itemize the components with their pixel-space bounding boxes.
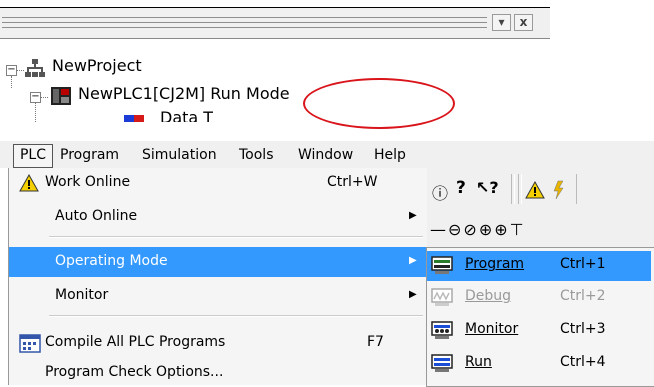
menu-item-operating-mode[interactable]: Operating Mode ▶ [9,247,427,277]
grip-line [2,22,487,23]
submenu-monitor-shortcut: Ctrl+3 [560,321,606,337]
menu-program[interactable]: Program [57,145,122,165]
submenu-item-debug[interactable]: Debug Ctrl+2 [427,283,651,313]
help-icon[interactable]: ? [456,178,466,198]
monitor-mode-icon [431,321,453,339]
info-icon[interactable]: ⓘ [432,180,448,204]
menu-item-compile-all[interactable]: Compile All PLC Programs F7 [9,328,427,358]
tree-item-project[interactable]: NewProject [52,56,142,75]
data-trace-icon [124,115,144,122]
run-mode-icon [431,354,453,372]
monitor-label: Monitor [55,287,109,303]
warning-icon [19,174,39,192]
submenu-program-label: Program [465,256,525,272]
compile-calendar-icon [19,334,41,353]
toolbar: ⓘ ? ↖? —⊖⊘⊕⊕⊤ [426,168,654,248]
program-mode-icon [431,256,453,274]
ladder-tools-strip[interactable]: —⊖⊘⊕⊕⊤ [430,220,526,239]
menu-tools[interactable]: Tools [236,145,277,165]
tree-item-data-trace[interactable]: Data T [160,108,213,122]
operating-mode-submenu: Program Ctrl+1 Debug Ctrl+2 Monitor Ctrl… [426,247,654,387]
context-help-icon[interactable]: ↖? [476,178,499,197]
tree-connector [11,76,12,88]
tree-connector [40,97,48,98]
close-button[interactable]: x [514,14,533,31]
menu-window[interactable]: Window [295,145,356,165]
tree-connector [35,103,36,122]
toolbar-separator [576,174,579,204]
compile-all-label: Compile All PLC Programs [45,334,226,350]
online-monitor-icon[interactable] [550,180,570,200]
menu-separator [49,236,423,238]
operating-mode-label: Operating Mode [55,253,168,269]
submenu-run-shortcut: Ctrl+4 [560,354,606,370]
grip-line [2,27,487,28]
work-online-label: Work Online [45,174,131,190]
network-project-icon [25,59,45,77]
submenu-arrow-icon: ▶ [409,210,417,221]
submenu-item-monitor[interactable]: Monitor Ctrl+3 [427,316,651,346]
menu-item-work-online[interactable]: Work Online Ctrl+W [9,168,427,198]
work-online-shortcut: Ctrl+W [327,174,378,190]
menu-plc[interactable]: PLC [13,144,53,168]
tree-item-plc[interactable]: NewPLC1[CJ2M] Run Mode [78,84,290,103]
submenu-debug-label: Debug [465,288,512,304]
submenu-debug-shortcut: Ctrl+2 [560,288,606,304]
submenu-item-program[interactable]: Program Ctrl+1 [427,251,651,281]
submenu-arrow-icon: ▶ [409,255,417,266]
menu-separator [49,315,423,317]
warning-icon[interactable] [525,181,545,199]
menu-item-monitor[interactable]: Monitor ▶ [9,281,427,311]
debug-mode-icon [431,288,453,306]
toolbar-separator [518,174,522,204]
plc-dropdown-menu: Work Online Ctrl+W Auto Online ▶ Operati… [8,168,427,385]
submenu-monitor-label: Monitor [465,321,519,337]
compile-all-shortcut: F7 [367,334,384,350]
pin-dropdown-button[interactable]: ▾ [492,14,511,31]
menu-bar: PLC Program Simulation Tools Window Help [0,141,654,168]
tree-connector [16,70,24,71]
menu-item-check-options[interactable]: Program Check Options... [9,358,427,385]
auto-online-label: Auto Online [55,208,138,224]
submenu-item-run[interactable]: Run Ctrl+4 [427,349,651,379]
project-tree-panel: ▾ x − NewProject − NewPLC1[CJ2M] Run Mod… [0,0,550,129]
annotation-ellipse [303,78,455,129]
menu-item-auto-online[interactable]: Auto Online ▶ [9,202,427,232]
submenu-run-label: Run [465,354,492,370]
check-options-label: Program Check Options... [45,364,224,380]
menu-help[interactable]: Help [371,145,409,165]
toolbar-separator [511,174,515,204]
plc-device-icon [51,87,71,105]
submenu-program-shortcut: Ctrl+1 [560,256,606,272]
grip-line [2,17,487,18]
submenu-arrow-icon: ▶ [409,289,417,300]
panel-title-bar: ▾ x [0,7,550,39]
menu-simulation[interactable]: Simulation [139,145,220,165]
